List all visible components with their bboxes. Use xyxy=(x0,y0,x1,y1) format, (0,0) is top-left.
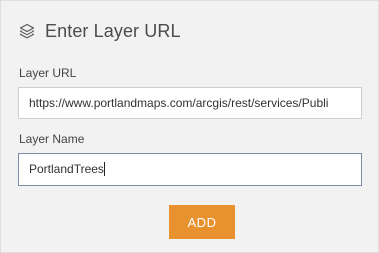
enter-layer-url-panel: Enter Layer URL Layer URL https://www.po… xyxy=(0,0,379,253)
layers-icon xyxy=(18,22,36,40)
panel-header: Enter Layer URL xyxy=(18,19,181,43)
layer-name-value: PortlandTrees xyxy=(29,162,104,176)
layer-url-input[interactable]: https://www.portlandmaps.com/arcgis/rest… xyxy=(18,87,362,119)
panel-title: Enter Layer URL xyxy=(45,20,181,41)
layer-name-label: Layer Name xyxy=(19,132,85,146)
add-button[interactable]: ADD xyxy=(169,205,235,239)
layer-url-value: https://www.portlandmaps.com/arcgis/rest… xyxy=(29,96,329,110)
text-caret xyxy=(103,162,105,176)
layer-name-input[interactable]: PortlandTrees xyxy=(18,153,362,186)
layer-url-label: Layer URL xyxy=(19,66,77,80)
